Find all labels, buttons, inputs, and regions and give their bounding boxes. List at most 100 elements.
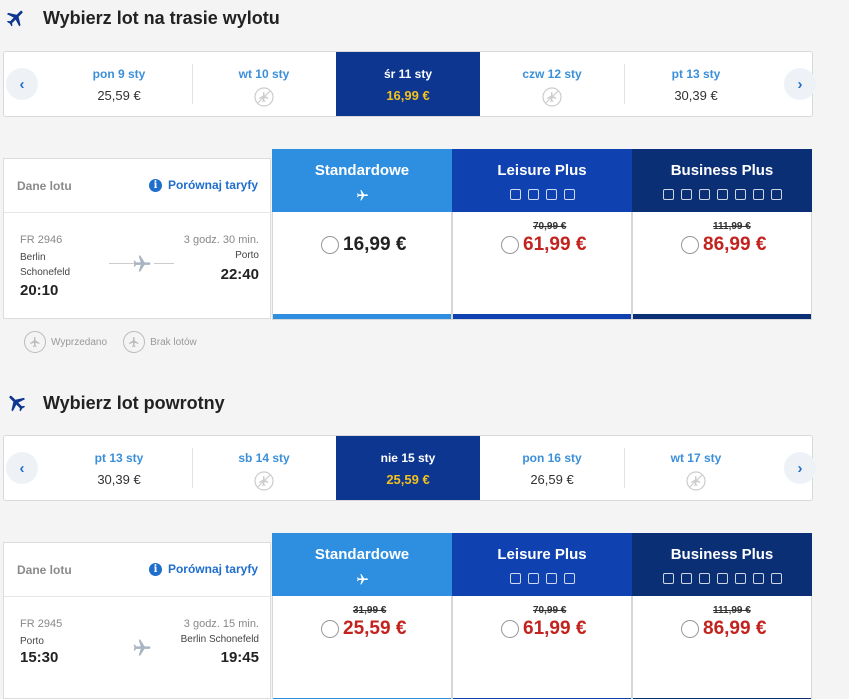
outbound-date-0[interactable]: pon 9 sty 25,59 €	[49, 52, 189, 116]
fare-radio[interactable]	[501, 236, 519, 254]
fare-name: Standardowe	[314, 546, 410, 563]
flight-duration: 3 godz. 30 min.	[183, 234, 259, 246]
no-flights-icon	[686, 471, 706, 491]
fare-price: 61,99 €	[523, 234, 587, 255]
availability-legend: Wyprzedano Brak lotów	[24, 331, 213, 353]
departure-time: 20:10	[20, 282, 59, 299]
date-label: sb 14 sty	[238, 451, 290, 465]
date-price: 25,59 €	[97, 88, 141, 103]
fare-benefit-icons	[632, 573, 812, 584]
fare-radio[interactable]	[321, 620, 339, 638]
no-flights-label: Brak lotów	[150, 336, 197, 348]
flight-number: FR 2945	[20, 618, 63, 630]
date-label: pon 9 sty	[92, 67, 146, 81]
outbound-date-3[interactable]: czw 12 sty	[482, 52, 622, 116]
destination-airport: Berlin Schonefeld	[180, 634, 259, 645]
date-price: 26,59 €	[530, 472, 574, 487]
sold-out-label: Wyprzedano	[51, 336, 108, 348]
fare-price: 25,59 €	[343, 618, 407, 639]
departure-time: 15:30	[20, 649, 59, 666]
return-date-2-selected[interactable]: nie 15 sty 25,59 €	[336, 436, 480, 500]
fare-price: 61,99 €	[523, 618, 587, 639]
return-next-dates-button[interactable]: ›	[784, 452, 816, 484]
fare-price: 86,99 €	[703, 618, 767, 639]
date-label: nie 15 sty	[380, 451, 436, 465]
info-icon: i	[148, 178, 162, 192]
fare-leisure-plus[interactable]: Leisure Plus 70,99 € 61,99 €	[452, 149, 632, 320]
return-date-bar: ‹ pt 13 sty 30,39 € sb 14 sty nie 15 sty…	[3, 435, 816, 501]
flight-number: FR 2946	[20, 234, 63, 246]
outbound-date-bar: ‹ pon 9 sty 25,59 € wt 10 sty śr 11 sty …	[3, 51, 816, 117]
destination-airport: Porto	[235, 250, 259, 261]
compare-fares-link[interactable]: i Porównaj taryfy	[148, 178, 258, 192]
return-flight-card: Dane lotu i Porównaj taryfy FR 2945 Porto…	[3, 542, 271, 699]
return-prev-dates-button[interactable]: ‹	[6, 452, 38, 484]
plane-icon	[356, 573, 369, 586]
fare-standard[interactable]: Standardowe 16,99 €	[272, 149, 452, 320]
fare-business-plus[interactable]: Business Plus 111,99 € 86,99 €	[632, 149, 812, 320]
old-price: 31,99 €	[353, 605, 387, 616]
fare-price: 86,99 €	[703, 234, 767, 255]
fare-radio[interactable]	[681, 620, 699, 638]
outbound-date-2-selected[interactable]: śr 11 sty 16,99 €	[336, 52, 480, 116]
return-date-4[interactable]: wt 17 sty	[626, 436, 766, 500]
outbound-fares: Standardowe 16,99 € Leisure Plus 70,99 €…	[272, 149, 812, 324]
plane-icon	[356, 189, 369, 202]
fare-leisure-plus[interactable]: Leisure Plus 70,99 € 61,99 €	[452, 533, 632, 699]
fare-radio[interactable]	[321, 236, 339, 254]
outbound-flight-card: Dane lotu i Porównaj taryfy FR 2946 Berli…	[3, 158, 271, 319]
outbound-date-1[interactable]: wt 10 sty	[194, 52, 334, 116]
outbound-date-4[interactable]: pt 13 sty 30,39 €	[626, 52, 766, 116]
fare-radio[interactable]	[681, 236, 699, 254]
return-plane-icon	[0, 387, 31, 418]
date-label: wt 10 sty	[238, 67, 290, 81]
route-plane-icon	[132, 254, 152, 274]
route-plane-icon	[132, 638, 152, 658]
chevron-left-icon: ‹	[19, 459, 25, 477]
outbound-prev-dates-button[interactable]: ‹	[6, 68, 38, 100]
old-price: 111,99 €	[713, 221, 751, 232]
origin-airport: Berlin Schonefeld	[20, 252, 71, 278]
flight-details-label: Dane lotu	[17, 179, 72, 193]
chevron-right-icon: ›	[797, 75, 803, 93]
date-price: 25,59 €	[386, 472, 430, 487]
chevron-left-icon: ‹	[19, 75, 25, 93]
flight-duration: 3 godz. 15 min.	[183, 618, 259, 630]
chevron-right-icon: ›	[797, 459, 803, 477]
fare-business-plus[interactable]: Business Plus 111,99 € 86,99 €	[632, 533, 812, 699]
old-price: 111,99 €	[713, 605, 751, 616]
info-icon: i	[148, 562, 162, 576]
arrival-time: 19:45	[220, 649, 259, 666]
fare-name: Leisure Plus	[497, 546, 587, 563]
fare-benefit-icons	[452, 189, 632, 200]
fare-benefit-icons	[632, 189, 812, 200]
date-price: 16,99 €	[386, 88, 430, 103]
date-label: pt 13 sty	[671, 67, 721, 81]
fare-benefit-icons	[452, 573, 632, 584]
return-fares: Standardowe 31,99 € 25,59 € Leisure Plus…	[272, 533, 812, 699]
return-date-3[interactable]: pon 16 sty 26,59 €	[482, 436, 622, 500]
no-flights-icon	[123, 331, 146, 353]
fare-radio[interactable]	[501, 620, 519, 638]
date-price: 30,39 €	[674, 88, 718, 103]
compare-fares-label: Porównaj taryfy	[167, 562, 258, 576]
return-section-title: Wybierz lot powrotny	[0, 385, 849, 421]
compare-fares-link[interactable]: i Porównaj taryfy	[148, 562, 258, 576]
outbound-next-dates-button[interactable]: ›	[784, 68, 816, 100]
fare-price: 16,99 €	[343, 234, 407, 255]
origin-airport: Porto	[20, 636, 44, 647]
return-date-1[interactable]: sb 14 sty	[194, 436, 334, 500]
compare-fares-label: Porównaj taryfy	[167, 178, 258, 192]
date-label: pon 16 sty	[522, 451, 582, 465]
fare-name: Standardowe	[314, 162, 410, 179]
date-label: śr 11 sty	[383, 67, 433, 81]
arrival-time: 22:40	[220, 266, 259, 283]
date-label: pt 13 sty	[94, 451, 144, 465]
old-price: 70,99 €	[533, 605, 567, 616]
return-date-0[interactable]: pt 13 sty 30,39 €	[49, 436, 189, 500]
outbound-section-title: Wybierz lot na trasie wylotu	[0, 0, 849, 36]
fare-name: Business Plus	[670, 162, 774, 179]
flight-details-label: Dane lotu	[17, 563, 72, 577]
fare-standard[interactable]: Standardowe 31,99 € 25,59 €	[272, 533, 452, 699]
no-flights-icon	[542, 87, 562, 107]
